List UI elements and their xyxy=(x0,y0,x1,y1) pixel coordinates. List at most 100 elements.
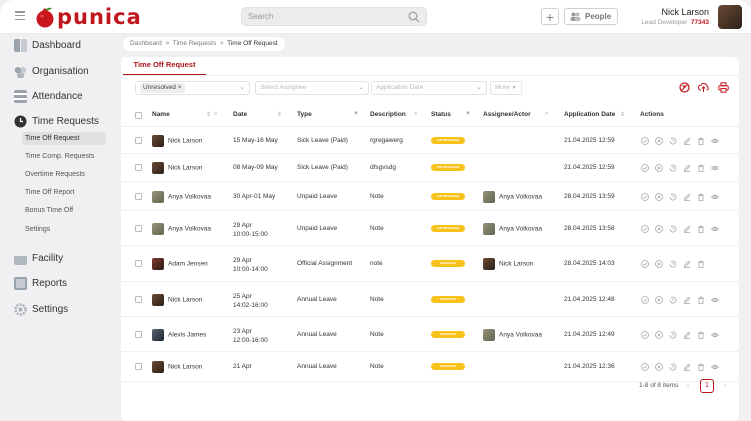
eye-icon[interactable] xyxy=(711,164,719,172)
table-row[interactable]: Anya Volkovaa 30 Apr-01 May Unpaid Leave No… xyxy=(121,182,739,211)
people-button[interactable]: People xyxy=(564,8,618,25)
history-icon[interactable] xyxy=(669,225,677,233)
sidebar-sub-settings[interactable]: Settings xyxy=(22,223,106,236)
history-icon[interactable] xyxy=(669,193,677,201)
row-assignee[interactable]: Anya Volkovaa xyxy=(483,190,542,203)
trash-icon[interactable] xyxy=(697,363,705,371)
edit-icon[interactable] xyxy=(683,164,691,172)
row-assignee[interactable]: Anya Volkovaa xyxy=(483,328,542,341)
column-header-description[interactable]: Description ⌕ xyxy=(370,111,417,118)
row-name[interactable]: Nick Larson xyxy=(152,162,202,174)
sidebar-item-reports[interactable]: Reports xyxy=(14,277,67,290)
application-date-filter[interactable]: Application Date ⌄ xyxy=(371,81,487,95)
chip-close-icon[interactable]: × xyxy=(178,84,182,91)
eye-icon[interactable] xyxy=(711,137,719,145)
row-name[interactable]: Nick Larson xyxy=(152,293,202,306)
check-icon[interactable] xyxy=(641,192,649,201)
table-row[interactable]: Anya Volkovaa 29 Apr 10:00-15:00 Unpaid Lea… xyxy=(121,211,739,246)
trash-icon[interactable] xyxy=(697,137,705,145)
row-checkbox[interactable] xyxy=(135,260,142,267)
cancel-icon[interactable] xyxy=(655,295,663,304)
row-name[interactable]: Nick Larson xyxy=(152,134,202,147)
column-header-name[interactable]: Name ⇕ ⌕ xyxy=(152,111,217,118)
sidebar-item-time-requests[interactable]: Time Requests xyxy=(14,115,99,128)
cancel-icon[interactable] xyxy=(655,260,663,268)
breadcrumb-dashboard[interactable]: Dashboard xyxy=(130,40,162,47)
table-row[interactable]: Alexis James 23 Apr 12:00-16:00 Annual Leav… xyxy=(121,317,739,352)
filter-icon[interactable]: ▼ xyxy=(353,111,359,117)
sidebar-sub-overtime-requests[interactable]: Overtime Requests xyxy=(22,168,106,181)
menu-icon[interactable] xyxy=(15,11,25,20)
history-icon[interactable] xyxy=(669,164,677,172)
row-assignee[interactable]: Anya Volkovaa xyxy=(483,222,542,235)
cancel-icon[interactable] xyxy=(655,164,663,172)
sidebar-item-dashboard[interactable]: Dashboard xyxy=(14,39,81,52)
eye-icon[interactable] xyxy=(711,193,719,201)
page-button-current[interactable]: 1 xyxy=(700,379,714,393)
trash-icon[interactable] xyxy=(697,225,705,233)
row-checkbox[interactable] xyxy=(135,295,142,303)
table-row[interactable]: Nick Larson 08 May-09 May Sick Leave (Paid… xyxy=(121,154,739,182)
cancel-icon[interactable] xyxy=(655,363,663,371)
trash-icon[interactable] xyxy=(697,260,705,268)
breadcrumb-time-requests[interactable]: Time Requests xyxy=(173,40,216,47)
eye-icon[interactable] xyxy=(711,225,719,233)
edit-icon[interactable] xyxy=(683,260,691,268)
trash-icon[interactable] xyxy=(697,331,705,339)
history-icon[interactable] xyxy=(669,363,677,371)
row-checkbox[interactable] xyxy=(135,192,142,200)
upload-cloud-icon[interactable] xyxy=(698,82,709,93)
check-icon[interactable] xyxy=(641,136,649,145)
row-checkbox[interactable] xyxy=(135,136,142,144)
logo[interactable]: punica xyxy=(34,5,142,29)
user-info[interactable]: Nick Larson Lead Developer 77343 xyxy=(641,7,709,26)
column-header-assignee[interactable]: Assignee/Actor ⌕ xyxy=(483,111,548,118)
assignee-filter[interactable]: Select Assignee ⌄ xyxy=(255,81,369,95)
row-name[interactable]: Anya Volkovaa xyxy=(152,222,211,235)
cancel-icon[interactable] xyxy=(655,330,663,339)
sort-icon[interactable]: ⇕ xyxy=(277,111,282,118)
row-name[interactable]: Alexis James xyxy=(152,328,206,341)
eye-icon[interactable] xyxy=(711,331,719,339)
prev-page-button[interactable]: ‹ xyxy=(687,382,689,389)
next-page-button[interactable]: › xyxy=(724,382,726,389)
status-filter[interactable]: Unresolved × ⌄ xyxy=(135,81,250,95)
sidebar-item-organisation[interactable]: Organisation xyxy=(14,65,89,78)
row-checkbox[interactable] xyxy=(135,363,142,370)
row-assignee[interactable]: Nick Larson xyxy=(483,258,533,270)
print-icon[interactable] xyxy=(718,82,729,93)
row-name[interactable]: Anya Volkovaa xyxy=(152,190,211,203)
edit-icon[interactable] xyxy=(683,225,691,233)
tab-time-off-request[interactable]: Time Off Request xyxy=(123,57,206,75)
search-icon[interactable]: ⌕ xyxy=(214,111,217,118)
add-button[interactable]: + xyxy=(541,8,559,25)
cancel-icon[interactable] xyxy=(655,192,663,201)
search-icon[interactable]: ⌕ xyxy=(414,111,417,118)
table-row[interactable]: Adam Jensen 29 Apr 10:00-14:00 Official Ass… xyxy=(121,246,739,282)
sidebar-sub-time-comp-requests[interactable]: Time Comp. Requests xyxy=(22,150,106,163)
check-icon[interactable] xyxy=(641,260,649,268)
sidebar-item-attendance[interactable]: Attendance xyxy=(14,90,83,103)
history-icon[interactable] xyxy=(669,331,677,339)
edit-icon[interactable] xyxy=(683,363,691,371)
history-icon[interactable] xyxy=(669,296,677,304)
edit-icon[interactable] xyxy=(683,331,691,339)
select-all-checkbox[interactable] xyxy=(135,112,142,119)
sidebar-sub-bonus-time-off[interactable]: Bonus Time Off xyxy=(22,204,106,217)
filter-off-icon[interactable] xyxy=(679,82,690,93)
column-header-date[interactable]: Date ⇕ xyxy=(233,111,282,118)
sort-icon[interactable]: ⇕ xyxy=(620,111,625,118)
row-name[interactable]: Nick Larson xyxy=(152,361,202,373)
sidebar-item-settings[interactable]: Settings xyxy=(14,303,68,316)
cancel-icon[interactable] xyxy=(655,224,663,233)
search-input[interactable]: Search xyxy=(241,7,427,26)
sidebar-sub-time-off-report[interactable]: Time Off Report xyxy=(22,186,106,199)
trash-icon[interactable] xyxy=(697,193,705,201)
row-checkbox[interactable] xyxy=(135,164,142,171)
history-icon[interactable] xyxy=(669,137,677,145)
check-icon[interactable] xyxy=(641,295,649,304)
table-row[interactable]: Nick Larson 25 Apr 14:02-16:00 Annual Leave… xyxy=(121,282,739,317)
table-row[interactable]: Nick Larson 21 Apr Annual Leave Note MANAGER… xyxy=(121,352,739,382)
check-icon[interactable] xyxy=(641,363,649,371)
edit-icon[interactable] xyxy=(683,296,691,304)
